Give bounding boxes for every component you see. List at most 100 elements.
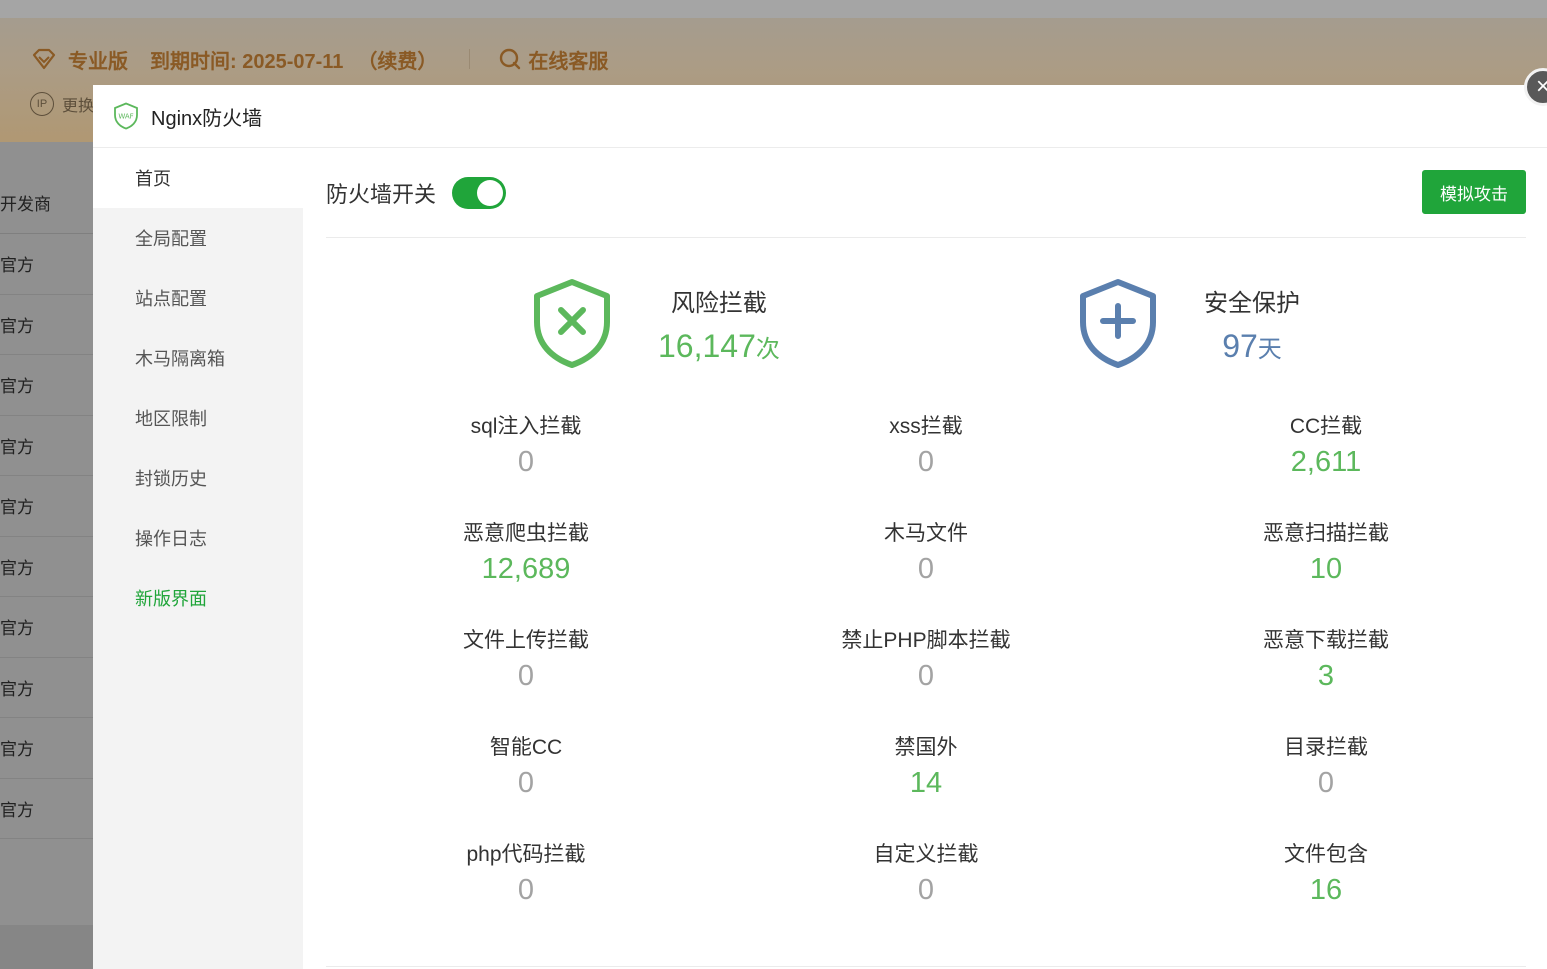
stat-label: 恶意爬虫拦截 — [463, 522, 589, 545]
stat-label: 恶意下载拦截 — [1263, 629, 1389, 652]
list-footer — [0, 925, 93, 969]
sidebar-item-site-config[interactable]: 站点配置 — [93, 268, 303, 328]
list-item: 官方 — [0, 355, 93, 416]
stat-value: 0 — [917, 446, 935, 478]
stat-item: 文件包含 16 — [1126, 838, 1526, 945]
list-item: 官方 — [0, 476, 93, 537]
renew-link[interactable]: （续费） — [357, 45, 437, 74]
stat-label: 木马文件 — [884, 522, 968, 545]
close-icon: × — [1535, 73, 1547, 100]
risk-value: 16,147 — [658, 328, 756, 364]
stat-label: 智能CC — [489, 736, 563, 759]
stat-value: 12,689 — [481, 553, 571, 585]
change-ip-link[interactable]: 更换 — [62, 92, 94, 116]
modal-header: WAF Nginx防火墙 — [93, 85, 1547, 148]
background-top-stripe — [0, 0, 1547, 18]
risk-label: 风险拦截 — [670, 290, 767, 317]
protect-value-wrap: 97天 — [1222, 328, 1282, 365]
stat-value: 0 — [517, 446, 535, 478]
sidebar: 首页 全局配置 站点配置 木马隔离箱 地区限制 封锁历史 操作日志 新版界面 — [93, 148, 303, 969]
list-item: 官方 — [0, 658, 93, 718]
main-content: 防火墙开关 模拟攻击 风险拦截 16,147次 安全保护 97天 sql注入拦截… — [326, 148, 1526, 969]
list-item: 官方 — [0, 779, 93, 839]
stat-item: 自定义拦截 0 — [726, 838, 1126, 945]
expiry-info: 到期时间: 2025-07-11 （续费） — [150, 45, 437, 74]
sidebar-item-region-limit[interactable]: 地区限制 — [93, 388, 303, 448]
expiry-date: 到期时间: 2025-07-11 — [150, 50, 344, 73]
list-item: 官方 — [0, 537, 93, 597]
stat-item: 智能CC 0 — [326, 731, 726, 838]
stat-label: php代码拦截 — [466, 843, 586, 866]
stat-item: php代码拦截 0 — [326, 838, 726, 945]
sidebar-item-global-config[interactable]: 全局配置 — [93, 208, 303, 268]
waf-logo-icon: WAF — [114, 102, 138, 130]
stat-value: 2,611 — [1290, 446, 1362, 478]
shield-x-icon — [534, 279, 610, 368]
stat-item: CC拦截 2,611 — [1126, 410, 1526, 517]
risk-unit: 次 — [755, 336, 780, 363]
risk-value-wrap: 16,147次 — [658, 328, 780, 365]
stat-label: 自定义拦截 — [873, 843, 979, 866]
protection-summary: 安全保护 97天 — [1078, 278, 1300, 370]
stat-label: 禁止PHP脚本拦截 — [841, 629, 1011, 652]
stat-value: 14 — [909, 767, 943, 799]
list-item: 官方 — [0, 416, 93, 476]
diamond-icon — [32, 48, 56, 70]
sidebar-item-block-history[interactable]: 封锁历史 — [93, 448, 303, 508]
stat-label: sql注入拦截 — [470, 415, 582, 438]
stat-item: sql注入拦截 0 — [326, 410, 726, 517]
ip-row: IP 更换 — [30, 92, 94, 116]
stat-value: 0 — [517, 767, 535, 799]
stat-label: 目录拦截 — [1284, 736, 1368, 759]
stat-value: 0 — [917, 660, 935, 692]
protect-label: 安全保护 — [1204, 290, 1300, 317]
stat-label: 文件上传拦截 — [463, 629, 589, 652]
stat-value: 0 — [1317, 767, 1335, 799]
stat-item: xss拦截 0 — [726, 410, 1126, 517]
stat-item: 恶意下载拦截 3 — [1126, 624, 1526, 731]
firewall-switch-label: 防火墙开关 — [326, 181, 437, 207]
stat-item: 文件上传拦截 0 — [326, 624, 726, 731]
sidebar-item-operation-log[interactable]: 操作日志 — [93, 508, 303, 568]
content-bottom-divider — [326, 966, 1526, 967]
stat-item: 木马文件 0 — [726, 517, 1126, 624]
firewall-toolbar: 防火墙开关 模拟攻击 — [326, 148, 1526, 238]
simulate-attack-button[interactable]: 模拟攻击 — [1422, 170, 1526, 214]
modal-title: Nginx防火墙 — [151, 107, 263, 130]
switch-knob — [477, 179, 504, 206]
sidebar-item-home[interactable]: 首页 — [93, 148, 303, 208]
stat-value: 3 — [1317, 660, 1335, 692]
stat-value: 0 — [917, 553, 935, 585]
stat-label: 文件包含 — [1284, 843, 1368, 866]
stat-value: 0 — [917, 874, 935, 906]
protect-unit: 天 — [1257, 336, 1282, 363]
risk-summary-text: 风险拦截 16,147次 — [658, 283, 780, 365]
stat-label: 恶意扫描拦截 — [1263, 522, 1389, 545]
protection-summary-text: 安全保护 97天 — [1204, 283, 1300, 365]
stat-label: CC拦截 — [1289, 415, 1363, 438]
online-support-link[interactable]: 在线客服 — [498, 45, 608, 74]
stat-value: 0 — [517, 874, 535, 906]
list-item: 官方 — [0, 295, 93, 355]
license-bar: 专业版 到期时间: 2025-07-11 （续费） 在线客服 — [30, 44, 630, 74]
list-item: 官方 — [0, 234, 93, 295]
stat-label: 禁国外 — [894, 736, 958, 759]
stat-value: 0 — [517, 660, 535, 692]
online-support-label: 在线客服 — [528, 50, 609, 73]
list-item: 官方 — [0, 597, 93, 658]
stat-item: 恶意扫描拦截 10 — [1126, 517, 1526, 624]
stat-label: xss拦截 — [889, 415, 963, 438]
stat-item: 恶意爬虫拦截 12,689 — [326, 517, 726, 624]
list-item: 官方 — [0, 718, 93, 779]
waf-logo-text: WAF — [118, 113, 133, 121]
background-list: 开发商 官方 官方 官方 官方 官方 官方 官方 官方 官方 官方 — [0, 142, 93, 969]
stat-value: 16 — [1309, 874, 1343, 906]
sidebar-item-trojan-quarantine[interactable]: 木马隔离箱 — [93, 328, 303, 388]
firewall-switch[interactable] — [452, 176, 507, 209]
protect-value: 97 — [1222, 328, 1258, 364]
stat-item: 禁国外 14 — [726, 731, 1126, 838]
sidebar-item-new-ui[interactable]: 新版界面 — [93, 568, 303, 628]
risk-summary: 风险拦截 16,147次 — [532, 278, 780, 370]
chat-icon — [500, 48, 521, 70]
edition-badge: 专业版 — [30, 45, 128, 74]
